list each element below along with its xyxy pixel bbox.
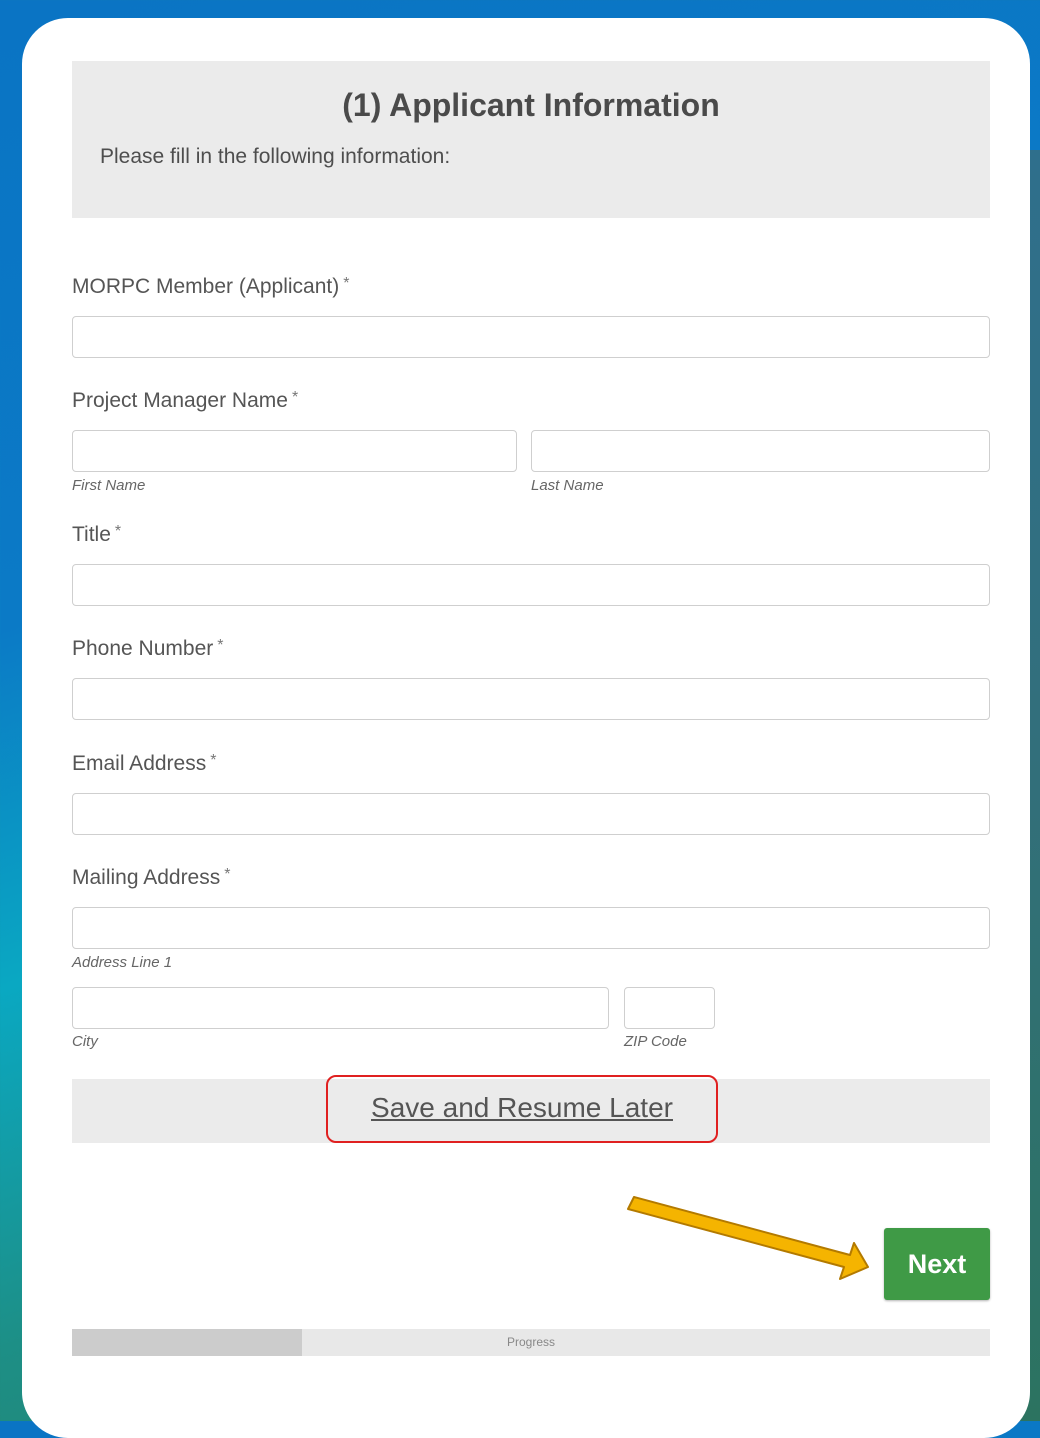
manager-label: Project Manager Name *	[72, 389, 298, 413]
mailing-label: Mailing Address *	[72, 866, 230, 890]
phone-input[interactable]	[72, 678, 990, 720]
email-label-text: Email Address	[72, 752, 207, 775]
arrow-annotation-icon	[627, 1196, 869, 1280]
required-marker: *	[217, 637, 224, 654]
page-subtitle: Please fill in the following information…	[100, 145, 451, 168]
first-name-sublabel: First Name	[72, 477, 146, 494]
title-input[interactable]	[72, 564, 990, 606]
city-sublabel: City	[72, 1033, 98, 1050]
mailing-label-text: Mailing Address	[72, 866, 221, 889]
member-input[interactable]	[72, 316, 990, 358]
last-name-sublabel: Last Name	[531, 477, 604, 494]
email-input[interactable]	[72, 793, 990, 835]
address-line1-input[interactable]	[72, 907, 990, 949]
first-name-input[interactable]	[72, 430, 517, 472]
address-line1-sublabel: Address Line 1	[72, 954, 173, 971]
save-bar: Save and Resume Later	[72, 1075, 990, 1143]
phone-label-text: Phone Number	[72, 637, 214, 660]
required-marker: *	[343, 275, 350, 292]
title-label: Title *	[72, 523, 121, 547]
member-label-text: MORPC Member (Applicant)	[72, 275, 340, 298]
required-marker: *	[114, 523, 122, 540]
last-name-input[interactable]	[531, 430, 990, 472]
member-label: MORPC Member (Applicant) *	[72, 275, 349, 299]
form-card: (1) Applicant Information Please fill in…	[22, 18, 1030, 1438]
save-and-resume-button[interactable]: Save and Resume Later	[326, 1075, 718, 1143]
email-label: Email Address *	[72, 752, 216, 776]
progress-label: Progress	[506, 1335, 556, 1349]
page-title: (1) Applicant Information	[342, 87, 720, 123]
section-header: (1) Applicant Information Please fill in…	[72, 61, 990, 218]
zip-sublabel: ZIP Code	[624, 1033, 687, 1050]
next-button[interactable]: Next	[884, 1228, 990, 1300]
phone-label: Phone Number *	[72, 637, 223, 661]
city-input[interactable]	[72, 987, 609, 1029]
required-marker: *	[291, 389, 299, 406]
title-label-text: Title	[72, 523, 111, 546]
zip-input[interactable]	[624, 987, 715, 1029]
required-marker: *	[210, 752, 217, 769]
progress-bar: Progress	[72, 1329, 990, 1356]
required-marker: *	[224, 866, 231, 883]
manager-label-text: Project Manager Name	[72, 389, 288, 412]
